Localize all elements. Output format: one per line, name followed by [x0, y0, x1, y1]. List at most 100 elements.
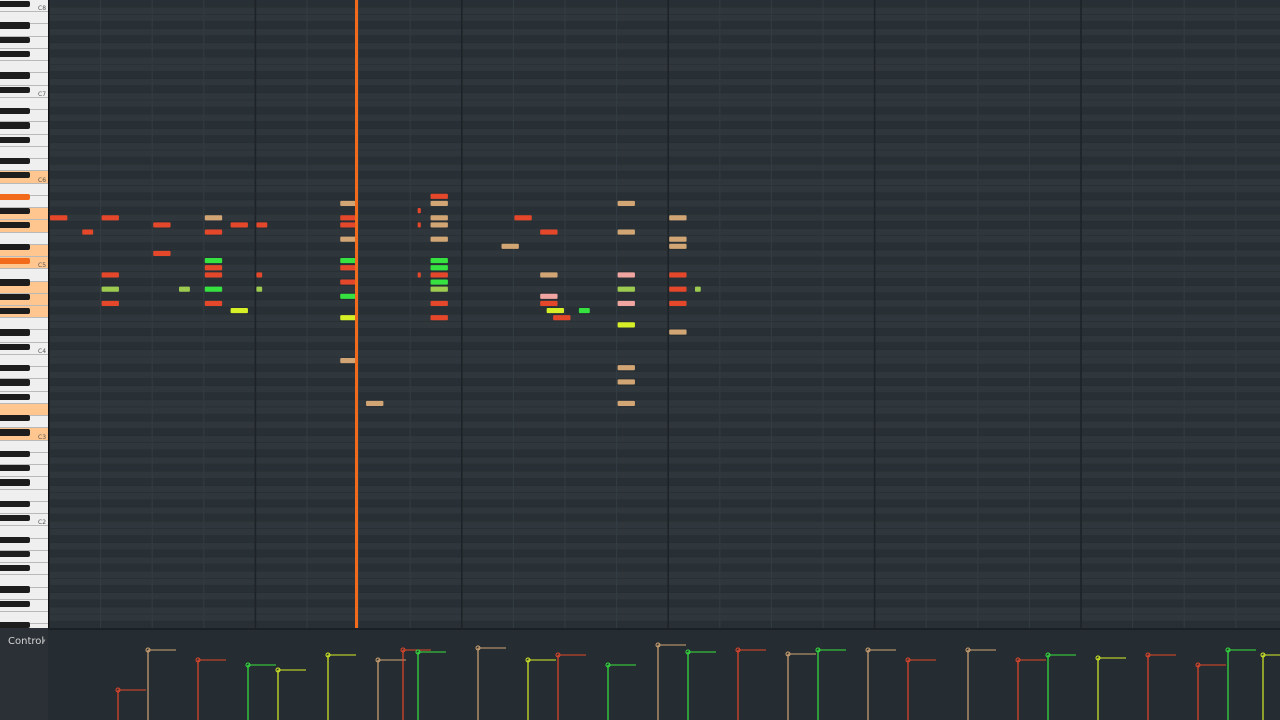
note	[340, 265, 358, 271]
piano-key-black[interactable]	[0, 50, 30, 58]
note	[82, 229, 94, 235]
black-key-row	[49, 21, 1280, 29]
octave-label: C3	[38, 433, 47, 441]
black-key-row	[49, 85, 1280, 93]
piano-key-black[interactable]	[0, 415, 30, 422]
piano-key-black[interactable]	[0, 450, 30, 457]
piano-key-black[interactable]	[0, 243, 30, 250]
piano-key-black[interactable]	[0, 515, 30, 522]
piano-key-black[interactable]	[0, 550, 30, 557]
note	[340, 215, 358, 221]
piano-keyboard[interactable]: C8 C7 C6 C5 C4 C3 C2	[0, 0, 49, 628]
piano-key-black[interactable]	[0, 36, 30, 43]
piano-key-black[interactable]	[0, 258, 30, 265]
note-grid-svg[interactable]	[49, 0, 1280, 628]
piano-key-black[interactable]	[0, 379, 30, 386]
note	[617, 286, 635, 292]
octave-label: C5	[38, 262, 47, 270]
piano-key-black[interactable]	[0, 429, 30, 436]
note	[204, 265, 223, 271]
note	[430, 222, 448, 228]
note	[617, 300, 635, 307]
black-key-row	[49, 478, 1280, 486]
note	[430, 200, 448, 207]
velocity-control-lane[interactable]	[48, 628, 1280, 720]
note	[340, 200, 358, 207]
note	[669, 300, 687, 307]
octave-label: C8	[38, 5, 47, 13]
note	[340, 358, 358, 364]
piano-key-black[interactable]	[0, 343, 30, 350]
note	[204, 215, 223, 221]
black-key-row	[49, 414, 1280, 422]
black-key-row	[49, 378, 1280, 386]
note	[617, 379, 635, 385]
piano-roll-grid[interactable]	[49, 0, 1280, 628]
note	[669, 215, 687, 221]
note	[256, 222, 268, 228]
piano-key-black[interactable]	[0, 308, 30, 315]
piano-key-black[interactable]	[0, 293, 30, 300]
note	[617, 365, 635, 371]
piano-key-white[interactable]	[0, 489, 48, 502]
note	[101, 300, 119, 307]
note	[578, 308, 590, 314]
piano-key-black[interactable]	[0, 600, 30, 607]
piano-key-black[interactable]	[0, 158, 30, 165]
piano-key-black[interactable]	[0, 1, 30, 8]
piano-key-black[interactable]	[0, 536, 30, 543]
note	[230, 222, 248, 228]
black-key-row	[49, 35, 1280, 43]
piano-key-black[interactable]	[0, 22, 30, 29]
black-key-row	[49, 621, 1280, 628]
piano-key-black[interactable]	[0, 222, 30, 229]
piano-key-black[interactable]	[0, 500, 30, 507]
black-key-row	[49, 192, 1280, 200]
piano-key-black[interactable]	[0, 136, 30, 143]
black-key-row	[49, 107, 1280, 115]
black-key-row	[49, 328, 1280, 336]
piano-key-black[interactable]	[0, 279, 30, 286]
piano-key-black[interactable]	[0, 108, 30, 115]
piano-key-black[interactable]	[0, 565, 30, 572]
note	[617, 200, 635, 207]
black-key-row	[49, 121, 1280, 129]
piano-key-black[interactable]	[0, 365, 30, 372]
note	[430, 193, 448, 199]
piano-key-black[interactable]	[0, 208, 30, 215]
piano-key-black[interactable]	[0, 72, 30, 79]
note	[340, 222, 358, 228]
piano-key-black[interactable]	[0, 479, 30, 486]
note	[256, 272, 263, 278]
piano-key-black[interactable]	[0, 329, 30, 336]
note	[417, 208, 421, 214]
black-key-row	[49, 242, 1280, 250]
note	[540, 272, 558, 278]
piano-key-black[interactable]	[0, 172, 30, 179]
black-key-row	[49, 549, 1280, 557]
piano-key-black[interactable]	[0, 86, 30, 93]
note	[617, 322, 635, 328]
chevron-down-icon[interactable]: ▾	[42, 637, 46, 645]
black-key-row	[49, 171, 1280, 179]
piano-key-black[interactable]	[0, 193, 30, 200]
note	[669, 329, 687, 335]
note	[430, 236, 448, 242]
note	[501, 243, 519, 249]
piano-key-black[interactable]	[0, 393, 30, 400]
note	[430, 315, 448, 321]
black-key-row	[49, 428, 1280, 436]
black-key-row	[49, 49, 1280, 58]
black-key-row	[49, 292, 1280, 300]
black-key-row	[49, 514, 1280, 522]
black-key-row	[49, 564, 1280, 572]
piano-key-white[interactable]	[0, 232, 48, 245]
control-dropdown-label[interactable]: Control	[8, 636, 44, 647]
note	[430, 300, 448, 307]
piano-key-black[interactable]	[0, 586, 30, 593]
note	[540, 293, 558, 299]
piano-key-black[interactable]	[0, 465, 30, 472]
black-key-row	[49, 207, 1280, 215]
black-key-row	[49, 0, 1280, 8]
piano-key-black[interactable]	[0, 122, 30, 129]
